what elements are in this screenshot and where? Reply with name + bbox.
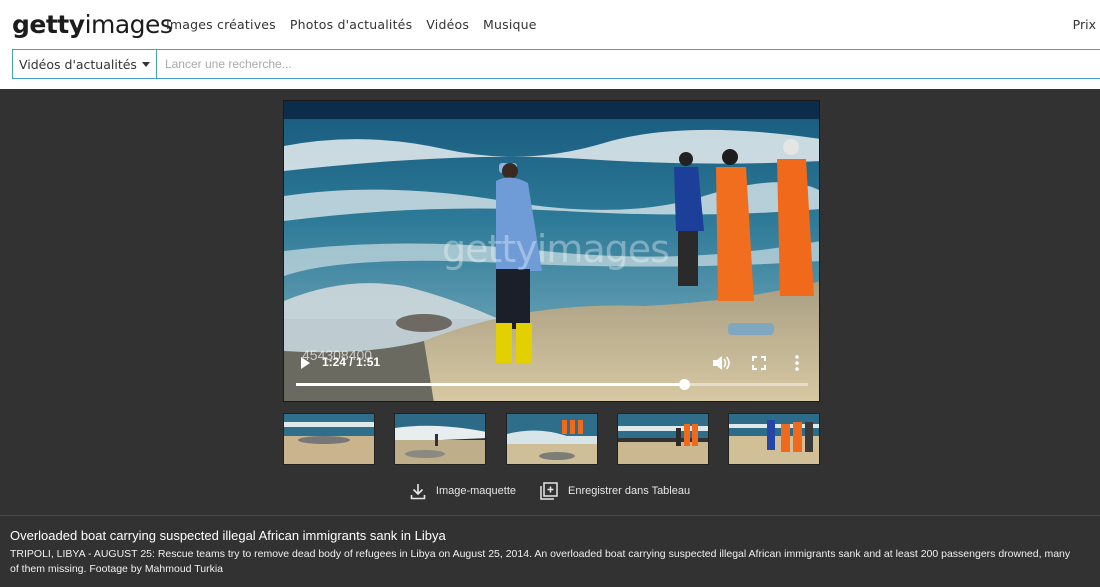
search-category-select[interactable]: Vidéos d'actualités: [13, 50, 157, 78]
thumbnail-5[interactable]: [728, 413, 820, 465]
save-to-board-label: Enregistrer dans Tableau: [568, 485, 691, 497]
thumbnail-1[interactable]: [283, 413, 375, 465]
nav-creative-images[interactable]: Images créatives: [166, 17, 276, 33]
action-bar: Image-maquette Enregistrer dans Tableau: [0, 481, 1100, 501]
video-description: TRIPOLI, LIBYA - AUGUST 25: Rescue teams…: [10, 548, 1071, 575]
header: gettyimages Images créatives Photos d'ac…: [0, 0, 1100, 89]
search-category-label: Vidéos d'actualités: [19, 56, 137, 72]
save-to-board-button[interactable]: Enregistrer dans Tableau: [540, 482, 690, 500]
thumbnail-strip: [283, 413, 820, 465]
video-player[interactable]: gettyimages 454308400 1:24 / 1:51: [283, 100, 820, 402]
nav-editorial-photos[interactable]: Photos d'actualités: [290, 17, 412, 33]
thumbnail-3[interactable]: [505, 413, 598, 465]
thumbnail-4[interactable]: [616, 413, 709, 465]
play-icon[interactable]: [301, 357, 310, 369]
volume-icon[interactable]: [711, 353, 731, 373]
watermark: gettyimages: [442, 227, 670, 271]
player-controls: [711, 353, 807, 373]
progress-fill: [296, 383, 684, 386]
video-title: Overloaded boat carrying suspected illeg…: [10, 528, 446, 543]
getty-images-logo[interactable]: gettyimages: [12, 9, 173, 41]
mockup-download-button[interactable]: Image-maquette: [410, 483, 516, 500]
nav-pricing[interactable]: Prix: [1073, 17, 1096, 33]
progress-handle[interactable]: [678, 379, 690, 390]
time-display: 1:24 / 1:51: [322, 355, 381, 369]
nav-videos[interactable]: Vidéos: [426, 17, 469, 33]
more-options-icon[interactable]: [787, 353, 807, 373]
progress-bar[interactable]: [296, 379, 808, 390]
fullscreen-icon[interactable]: [749, 353, 769, 373]
search-input[interactable]: [156, 50, 1100, 78]
mockup-download-label: Image-maquette: [435, 485, 516, 497]
add-to-board-icon: [540, 482, 558, 500]
chevron-down-icon: [141, 61, 150, 67]
thumbnail-2[interactable]: [394, 413, 487, 465]
divider: [0, 515, 1100, 516]
main-nav: Images créatives Photos d'actualités Vid…: [166, 17, 551, 33]
download-icon: [410, 483, 426, 499]
nav-music[interactable]: Musique: [483, 17, 537, 33]
search-bar: Vidéos d'actualités: [12, 49, 1100, 79]
